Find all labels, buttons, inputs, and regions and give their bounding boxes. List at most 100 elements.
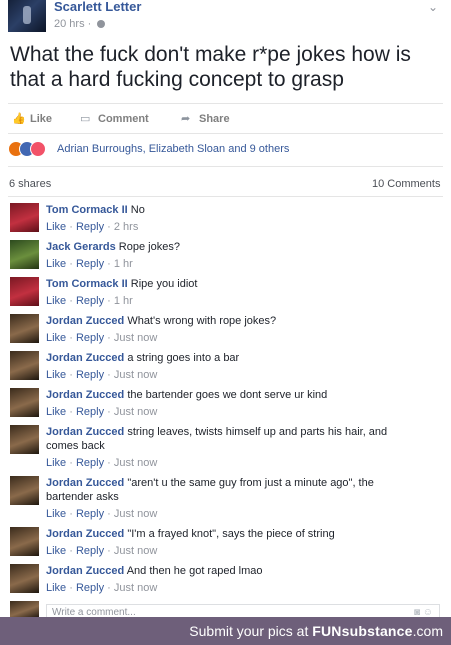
comment-text: What's wrong with rope jokes? (127, 315, 277, 327)
like-button[interactable]: 👍 Like (12, 112, 52, 125)
divider (8, 196, 443, 197)
post-text: What the fuck don't make r*pe jokes how … (10, 43, 411, 91)
comment-like-link[interactable]: Like (46, 457, 66, 469)
comment-meta: Like · Reply · Just now (46, 457, 158, 469)
avatar[interactable] (10, 203, 39, 232)
comment-like-link[interactable]: Like (46, 545, 66, 557)
watermark-text: Submit your pics at FUNsubstance.com (189, 623, 443, 639)
comment-text: Ripe you idiot (130, 278, 198, 290)
comment-text: a string goes into a bar (127, 352, 240, 364)
comment-body: Jordan Zucced "aren't u the same guy fro… (46, 476, 418, 504)
comment-time[interactable]: 1 hr (114, 295, 133, 307)
avatar[interactable] (10, 476, 39, 505)
comment-meta: Like · Reply · 1 hr (46, 258, 133, 270)
avatar[interactable] (10, 425, 39, 454)
commenter-name[interactable]: Jack Gerards (46, 241, 116, 253)
post-time[interactable]: 20 hrs (54, 18, 85, 30)
comment-reply-link[interactable]: Reply (76, 545, 104, 557)
comment-like-link[interactable]: Like (46, 582, 66, 594)
commenter-name[interactable]: Jordan Zucced (46, 426, 124, 438)
love-reaction-icon (30, 141, 46, 157)
commenter-name[interactable]: Tom Cormack II (46, 204, 128, 216)
comment-body: Tom Cormack II No (46, 203, 418, 217)
comment-body: Tom Cormack II Ripe you idiot (46, 277, 418, 291)
comment-time[interactable]: 2 hrs (114, 221, 138, 233)
comment-like-link[interactable]: Like (46, 369, 66, 381)
comment-text: the bartender goes we dont serve ur kind (127, 389, 328, 401)
comment-button[interactable]: ▭ Comment (80, 112, 149, 125)
comment-meta: Like · Reply · 1 hr (46, 295, 133, 307)
comment-reply-link[interactable]: Reply (76, 221, 104, 233)
commenter-name[interactable]: Jordan Zucced (46, 315, 124, 327)
divider (8, 166, 443, 167)
comment-reply-link[interactable]: Reply (76, 582, 104, 594)
commenter-name[interactable]: Jordan Zucced (46, 352, 124, 364)
comment-like-link[interactable]: Like (46, 332, 66, 344)
avatar[interactable] (10, 388, 39, 417)
commenter-name[interactable]: Jordan Zucced (46, 528, 124, 540)
post-author[interactable]: Scarlett Letter (54, 0, 141, 14)
comment-time[interactable]: 1 hr (114, 258, 133, 270)
comment-body: Jordan Zucced "I'm a frayed knot", says … (46, 527, 418, 541)
divider (8, 103, 443, 104)
post-meta: 20 hrs · (54, 18, 106, 30)
comment-time[interactable]: Just now (114, 369, 157, 381)
watermark-footer: Submit your pics at FUNsubstance.com (0, 617, 451, 645)
comment-reply-link[interactable]: Reply (76, 258, 104, 270)
page-avatar[interactable] (8, 0, 46, 32)
chevron-down-icon[interactable]: ⌄ (428, 0, 438, 14)
comment-body: Jordan Zucced And then he got raped lmao (46, 564, 418, 578)
comment-reply-link[interactable]: Reply (76, 508, 104, 520)
comment-count[interactable]: 10 Comments (372, 178, 440, 190)
avatar[interactable] (10, 564, 39, 593)
comment-body: Jordan Zucced a string goes into a bar (46, 351, 418, 365)
comment-like-link[interactable]: Like (46, 295, 66, 307)
avatar[interactable] (10, 351, 39, 380)
comment-time[interactable]: Just now (114, 457, 157, 469)
comment-time[interactable]: Just now (114, 545, 157, 557)
comment-reply-link[interactable]: Reply (76, 369, 104, 381)
comment-time[interactable]: Just now (114, 508, 157, 520)
comment-reply-link[interactable]: Reply (76, 406, 104, 418)
commenter-name[interactable]: Jordan Zucced (46, 565, 124, 577)
watermark-brand: FUNsubstance (312, 623, 413, 639)
comment-reply-link[interactable]: Reply (76, 457, 104, 469)
share-button[interactable]: ➦ Share (181, 112, 230, 125)
comment-body: Jordan Zucced What's wrong with rope jok… (46, 314, 418, 328)
comment-text: And then he got raped lmao (126, 565, 263, 577)
comment-icon: ▭ (80, 113, 91, 125)
comment-meta: Like · Reply · Just now (46, 369, 158, 381)
commenter-name[interactable]: Jordan Zucced (46, 389, 124, 401)
comment-meta: Like · Reply · Just now (46, 406, 158, 418)
comment-meta: Like · Reply · 2 hrs (46, 221, 139, 233)
comment-meta: Like · Reply · Just now (46, 582, 158, 594)
comment-like-link[interactable]: Like (46, 258, 66, 270)
commenter-name[interactable]: Tom Cormack II (46, 278, 128, 290)
comment-time[interactable]: Just now (114, 406, 157, 418)
share-count[interactable]: 6 shares (9, 178, 51, 190)
comment-text: "I'm a frayed knot", says the piece of s… (127, 528, 335, 540)
comment-time[interactable]: Just now (114, 582, 157, 594)
reactor-names[interactable]: Adrian Burroughs, Elizabeth Sloan and 9 … (57, 143, 289, 155)
comment-body: Jack Gerards Rope jokes? (46, 240, 418, 254)
globe-icon (97, 20, 106, 28)
avatar[interactable] (10, 240, 39, 269)
current-user-avatar (10, 601, 39, 618)
comment-reply-link[interactable]: Reply (76, 295, 104, 307)
comment-time[interactable]: Just now (114, 332, 157, 344)
comment-body: Jordan Zucced the bartender goes we dont… (46, 388, 418, 402)
comment-body: Jordan Zucced string leaves, twists hims… (46, 425, 418, 453)
avatar[interactable] (10, 527, 39, 556)
comment-reply-link[interactable]: Reply (76, 332, 104, 344)
share-arrow-icon: ➦ (181, 113, 191, 125)
comment-text: No (130, 204, 145, 216)
commenter-name[interactable]: Jordan Zucced (46, 477, 124, 489)
comment-meta: Like · Reply · Just now (46, 508, 158, 520)
post-header: Scarlett Letter 20 hrs · ⌄ (0, 0, 451, 36)
comment-like-link[interactable]: Like (46, 406, 66, 418)
avatar[interactable] (10, 314, 39, 343)
comment-like-link[interactable]: Like (46, 508, 66, 520)
comment-like-link[interactable]: Like (46, 221, 66, 233)
avatar[interactable] (10, 277, 39, 306)
action-bar: 👍 Like ▭ Comment ➦ Share (0, 108, 451, 128)
